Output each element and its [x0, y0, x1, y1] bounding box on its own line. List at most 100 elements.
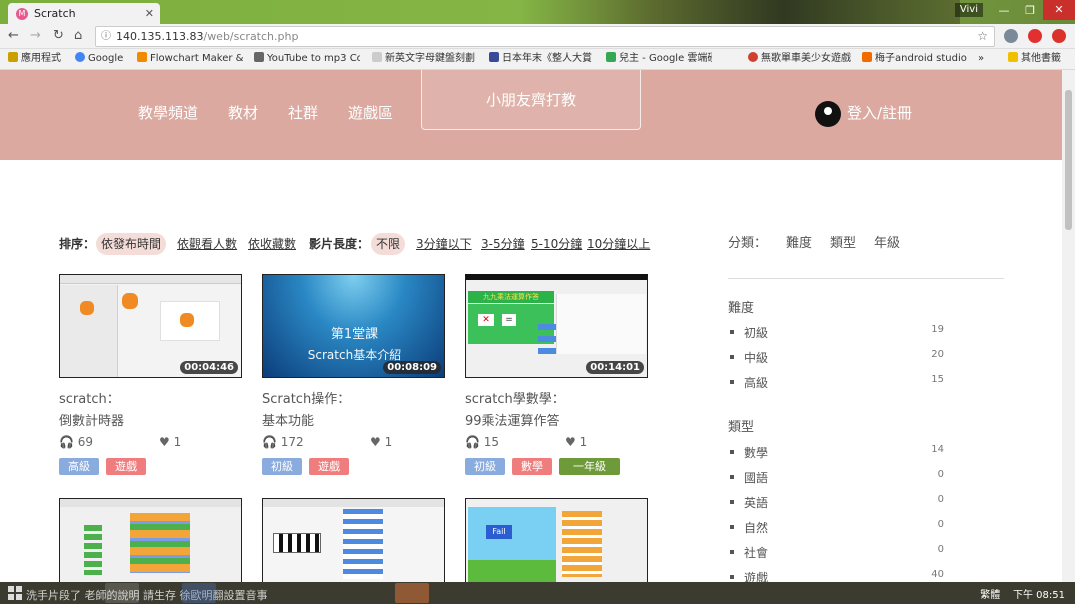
- address-bar: ← → ↻ ⌂ ⓘ 140.135.113.83/web/scratch.php…: [0, 24, 1075, 49]
- sort-by-favorites[interactable]: 依收藏數: [248, 233, 296, 255]
- close-tab-icon[interactable]: ✕: [145, 3, 154, 24]
- bookmark-android[interactable]: 梅子android studio 7: [862, 52, 968, 66]
- length-under-3[interactable]: 3分鐘以下: [416, 233, 472, 255]
- windows-taskbar: 洗手片段了 老師的說明 請生存 徐歐明翻設置音事 繁體 下午 08:51: [0, 582, 1075, 604]
- video-thumbnail[interactable]: 第1堂課 Scratch基本介紹 00:08:09: [262, 274, 445, 378]
- likes-count: ♥ 1: [565, 435, 588, 449]
- sort-by-date[interactable]: 依發布時間: [96, 233, 167, 255]
- video-title-line2[interactable]: 99乘法運算作答: [465, 410, 560, 429]
- tag-category[interactable]: 數學: [512, 458, 552, 475]
- video-duration: 00:04:46: [180, 361, 238, 374]
- bookmark-apps[interactable]: 應用程式: [8, 52, 68, 66]
- thumbnail-lesson-title: 第1堂課: [330, 327, 379, 342]
- back-icon[interactable]: ←: [8, 28, 19, 43]
- category-label: 分類：: [728, 236, 768, 251]
- bookmark-star-icon[interactable]: ☆: [977, 27, 988, 46]
- tag-grade[interactable]: 一年級: [559, 458, 620, 475]
- nav-game-zone[interactable]: 遊戲區: [348, 102, 393, 123]
- length-5-10[interactable]: 5-10分鐘: [531, 233, 582, 255]
- url-input[interactable]: ⓘ 140.135.113.83/web/scratch.php ☆: [95, 26, 995, 47]
- video-tags: 初級 數學 一年級: [465, 458, 620, 475]
- video-duration: 00:08:09: [383, 361, 441, 374]
- adblock-icon[interactable]: [1052, 29, 1066, 43]
- video-thumbnail[interactable]: [262, 498, 445, 582]
- windows-start-icon[interactable]: [8, 586, 22, 600]
- tag-level[interactable]: 初級: [262, 458, 302, 475]
- taskbar-caption: 洗手片段了 老師的說明 請生存 徐歐明翻設置音事: [26, 589, 268, 602]
- minimize-icon[interactable]: —: [991, 4, 1017, 17]
- likes-count: ♥ 1: [159, 435, 182, 449]
- thumbnail-banner: 九九乘法運算作答: [468, 291, 554, 303]
- heart-icon: ♥: [159, 435, 170, 449]
- input-language[interactable]: 繁體: [980, 590, 1000, 601]
- video-thumbnail[interactable]: 00:04:46: [59, 274, 242, 378]
- info-icon[interactable]: ⓘ: [101, 27, 111, 46]
- system-tray: 繁體 下午 08:51: [980, 586, 1065, 601]
- login-register-link[interactable]: 登入/註冊: [815, 100, 912, 127]
- tab-title: Scratch: [34, 7, 76, 20]
- type-title: 類型: [728, 420, 755, 435]
- scratch-favicon-icon: M: [16, 8, 28, 20]
- nav-materials[interactable]: 教材: [228, 102, 258, 123]
- category-type[interactable]: 類型: [830, 235, 856, 253]
- close-window-icon[interactable]: ✕: [1043, 0, 1075, 20]
- video-title-line2[interactable]: 倒數計時器: [59, 410, 124, 429]
- bookmark-japan[interactable]: 日本年末《整人大賞: [489, 52, 595, 66]
- nav-teaching-channel[interactable]: 教學頻道: [138, 102, 198, 123]
- category-grade[interactable]: 年級: [874, 235, 900, 253]
- thumbnail-fail-label: Fail: [486, 525, 512, 539]
- views-count: 🎧 172: [262, 435, 304, 449]
- bookmark-drive[interactable]: 兒主 - Google 雲端硬: [606, 52, 712, 66]
- bookmark-game[interactable]: 無歌單車美少女遊戲: [748, 52, 854, 66]
- category-difficulty[interactable]: 難度: [786, 235, 812, 253]
- difficulty-title: 難度: [728, 301, 755, 316]
- forward-icon[interactable]: →: [30, 28, 41, 43]
- powerpoint-taskbar-icon[interactable]: [395, 583, 429, 603]
- browser-tab[interactable]: M Scratch ✕: [8, 3, 160, 24]
- restore-icon[interactable]: ❐: [1017, 4, 1043, 17]
- bookmark-flowchart[interactable]: Flowchart Maker &: [137, 52, 243, 66]
- login-label: 登入/註冊: [847, 104, 913, 122]
- video-title-line1[interactable]: Scratch操作：: [262, 388, 350, 407]
- video-thumbnail[interactable]: 九九乘法運算作答 ✕ = 00:14:01: [465, 274, 648, 378]
- word-taskbar-icon[interactable]: [182, 583, 216, 603]
- tag-category[interactable]: 遊戲: [106, 458, 146, 475]
- length-label: 影片長度：: [309, 237, 370, 251]
- video-thumbnail[interactable]: Fail: [465, 498, 648, 582]
- video-tags: 高級 遊戲: [59, 458, 146, 475]
- headphones-icon: 🎧: [262, 435, 277, 449]
- length-any[interactable]: 不限: [371, 233, 406, 255]
- bookmark-other[interactable]: 其他書籤: [1008, 52, 1070, 66]
- browser-user[interactable]: Vivi: [954, 3, 983, 17]
- site-header: 教學頻道 教材 社群 遊戲區 小朋友齊打教 登入/註冊: [0, 70, 1062, 160]
- video-duration: 00:14:01: [586, 361, 644, 374]
- bookmark-google[interactable]: Google: [75, 52, 130, 66]
- video-thumbnail[interactable]: [59, 498, 242, 582]
- video-title-line1[interactable]: scratch：: [59, 388, 120, 407]
- bookmarks-bar: 應用程式 Google Flowchart Maker & YouTube to…: [0, 49, 1075, 70]
- video-tags: 初級 遊戲: [262, 458, 349, 475]
- extension-icon[interactable]: [1004, 29, 1018, 43]
- page-scrollbar[interactable]: [1062, 70, 1075, 582]
- tag-category[interactable]: 遊戲: [309, 458, 349, 475]
- video-title-line1[interactable]: scratch學數學：: [465, 388, 565, 407]
- opera-icon[interactable]: [1028, 29, 1042, 43]
- bookmark-youtube-mp3[interactable]: YouTube to mp3 Co: [254, 52, 360, 66]
- length-3-5[interactable]: 3-5分鐘: [481, 233, 525, 255]
- tag-level[interactable]: 初級: [465, 458, 505, 475]
- tag-level[interactable]: 高級: [59, 458, 99, 475]
- headphones-icon: 🎧: [465, 435, 480, 449]
- bookmark-more-icon[interactable]: »: [978, 52, 984, 66]
- clock[interactable]: 下午 08:51: [1013, 590, 1065, 601]
- reload-icon[interactable]: ↻: [53, 28, 64, 43]
- nav-kids-button[interactable]: 小朋友齊打教: [421, 70, 641, 130]
- sort-by-views[interactable]: 依觀看人數: [177, 233, 237, 255]
- length-over-10[interactable]: 10分鐘以上: [587, 233, 650, 255]
- chrome-taskbar-icon[interactable]: [105, 583, 139, 603]
- nav-community[interactable]: 社群: [288, 102, 318, 123]
- home-icon[interactable]: ⌂: [74, 28, 82, 43]
- scrollbar-thumb[interactable]: [1065, 90, 1072, 230]
- video-title-line2[interactable]: 基本功能: [262, 410, 314, 429]
- headphones-icon: 🎧: [59, 435, 74, 449]
- bookmark-keyboard[interactable]: 新英文字母鍵盤刻劃: [372, 52, 478, 66]
